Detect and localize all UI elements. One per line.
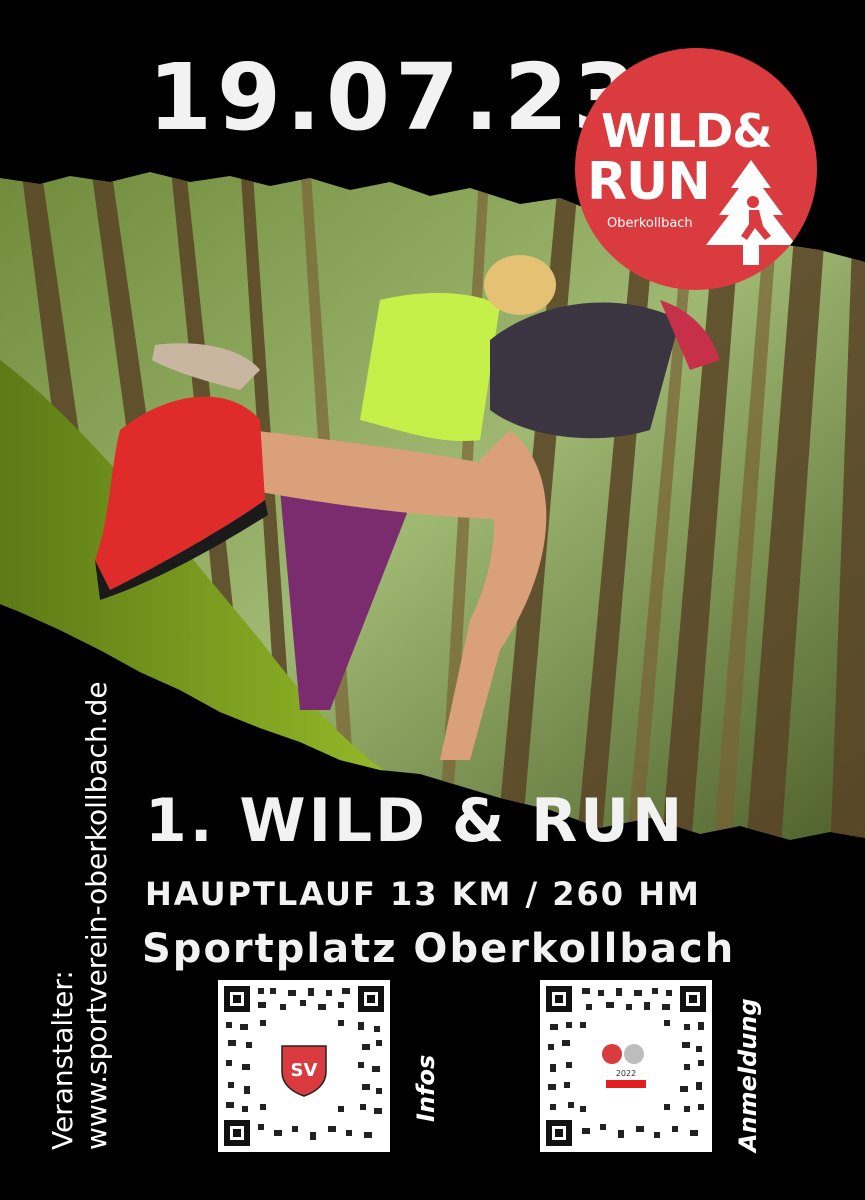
logo-line-1: WILD& bbox=[601, 104, 772, 158]
qr-code-icon: 2022 bbox=[546, 986, 706, 1146]
qr-code-registration[interactable]: 2022 bbox=[540, 980, 712, 1152]
qr-badge-text: 2022 bbox=[616, 1069, 636, 1078]
event-title: 1. WILD & RUN bbox=[145, 786, 686, 856]
qr-code-icon: SV bbox=[224, 986, 384, 1146]
tree-runner-icon bbox=[706, 160, 796, 265]
event-poster: 19.07.23 WILD& RUN Oberkollbach Veransta… bbox=[0, 0, 865, 1200]
main-race-details: HAUPTLAUF 13 KM / 260 HM bbox=[145, 875, 701, 913]
logo-line-2: RUN bbox=[587, 152, 711, 212]
event-venue: Sportplatz Oberkollbach bbox=[142, 926, 736, 972]
wild-and-run-logo: WILD& RUN Oberkollbach bbox=[575, 48, 817, 290]
qr-label-registration: Anmeldung bbox=[734, 998, 762, 1152]
organizer-label: Veranstalter: bbox=[46, 970, 79, 1150]
organizer-url[interactable]: www.sportverein-oberkollbach.de bbox=[80, 681, 114, 1150]
logo-place: Oberkollbach bbox=[607, 216, 693, 231]
qr-badge-text: SV bbox=[291, 1060, 318, 1081]
event-date: 19.07.23 bbox=[148, 44, 642, 151]
qr-label-infos: Infos bbox=[412, 1054, 440, 1122]
qr-code-infos[interactable]: SV bbox=[218, 980, 390, 1152]
organizer-info: Veranstalter: www.sportverein-oberkollba… bbox=[46, 681, 114, 1150]
